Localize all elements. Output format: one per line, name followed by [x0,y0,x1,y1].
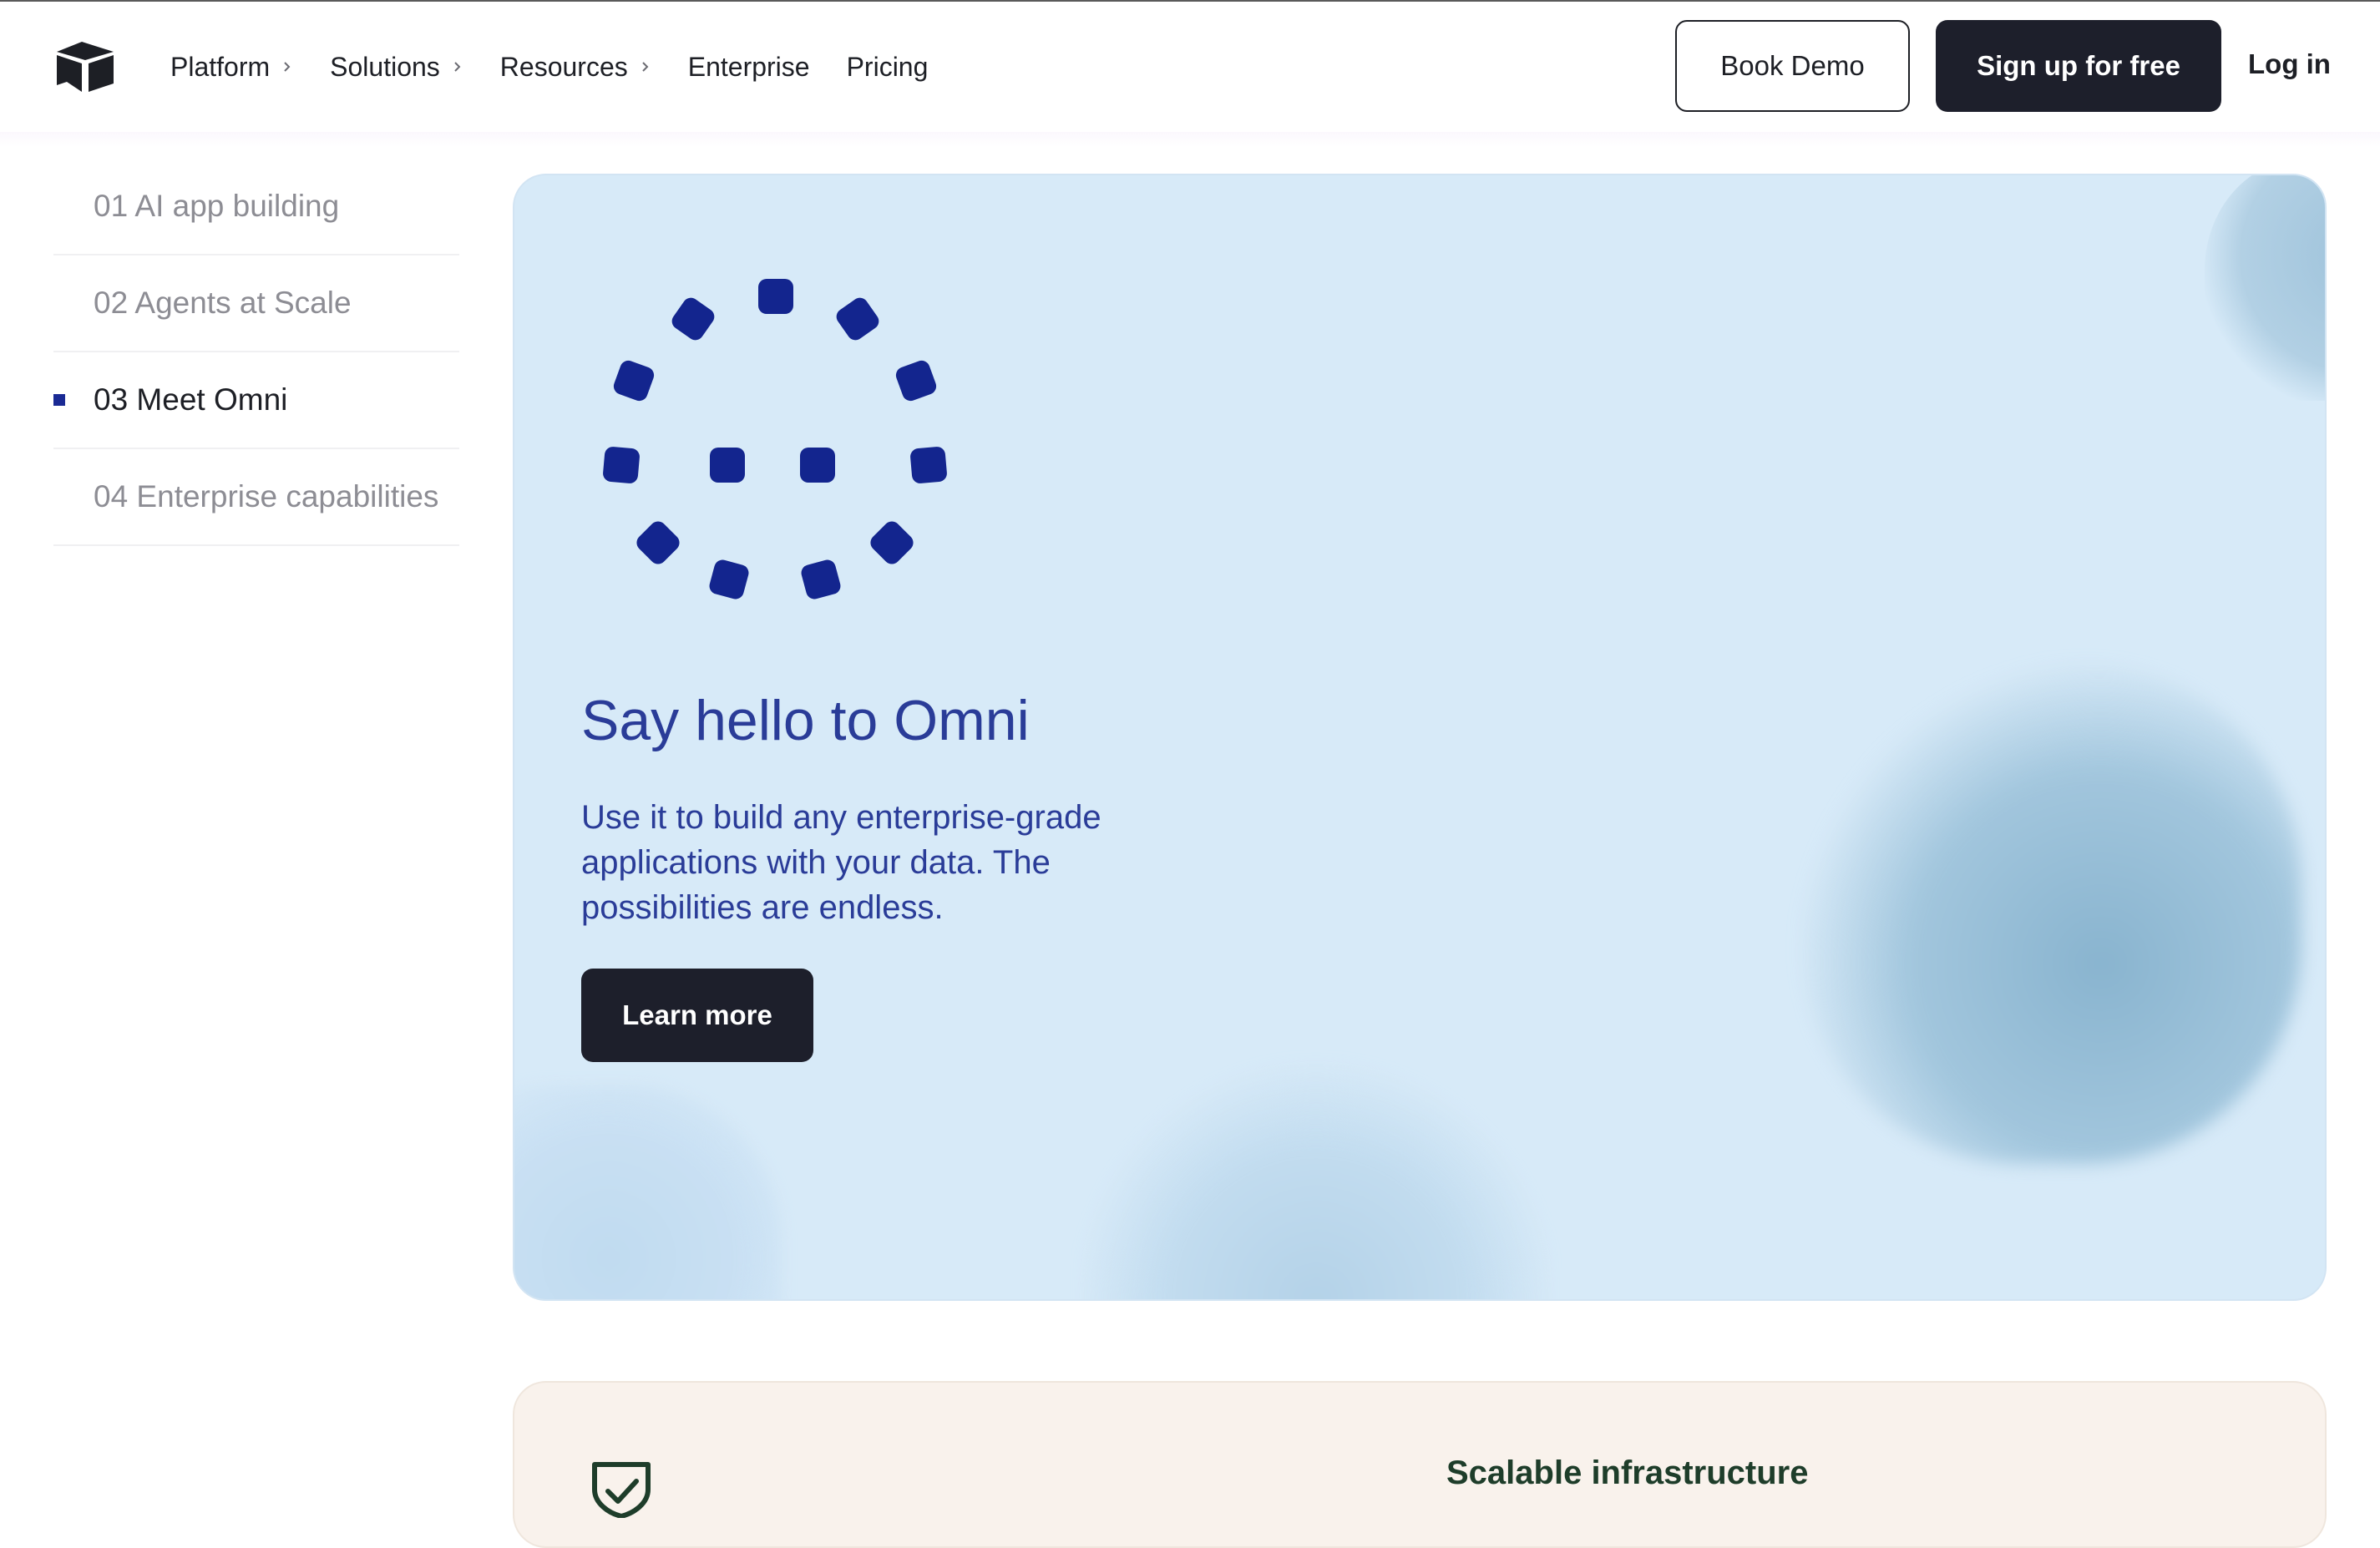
nav-platform[interactable]: Platform [170,52,293,83]
sidebar-item-label: 03 Meet Omni [94,382,288,417]
active-indicator-icon [53,394,65,406]
decorative-blob [514,1085,782,1299]
book-demo-button[interactable]: Book Demo [1675,20,1910,112]
log-in-link[interactable]: Log in [2248,48,2331,80]
nav-solutions-label: Solutions [330,51,440,82]
nav-solutions[interactable]: Solutions [330,52,463,83]
nav-enterprise-label: Enterprise [687,51,810,82]
cube-logo-icon[interactable] [55,40,115,94]
site-header: Platform Solutions Resources Enterprise … [0,2,2380,147]
chevron-right-icon [284,62,291,72]
hero-description: Use it to build any enterprise-grade app… [581,799,1101,926]
hero-title: Say hello to Omni [581,689,1030,752]
sidebar-item-label: 04 Enterprise capabilities [94,479,439,513]
learn-more-button[interactable]: Learn more [581,969,813,1062]
decorative-blob [1082,1060,1550,1299]
chevron-right-icon [454,62,461,72]
decorative-blob [2205,175,2325,401]
nav-pricing[interactable]: Pricing [847,52,929,83]
sidebar-item-ai-app-building[interactable]: 01 AI app building [53,159,459,255]
sign-up-button[interactable]: Sign up for free [1936,20,2221,112]
decorative-blob [1800,663,2302,1164]
shield-check-icon [592,1462,651,1518]
feature-title: Scalable infrastructure [1446,1454,1809,1491]
sidebar-item-meet-omni[interactable]: 03 Meet Omni [53,352,459,449]
omni-hero-card: Say hello to Omni Use it to build any en… [513,174,2327,1301]
nav-platform-label: Platform [170,51,271,82]
sidebar-item-label: 01 AI app building [94,189,340,223]
sidebar-item-enterprise-capabilities[interactable]: 04 Enterprise capabilities [53,449,459,546]
omni-dots-icon [603,279,947,599]
chevron-right-icon [642,62,649,72]
nav-enterprise[interactable]: Enterprise [688,52,810,83]
sidebar-item-agents-at-scale[interactable]: 02 Agents at Scale [53,255,459,352]
feature-card: Scalable infrastructure [513,1381,2327,1548]
sidebar-item-label: 02 Agents at Scale [94,286,352,320]
nav-pricing-label: Pricing [846,51,929,82]
nav-resources[interactable]: Resources [500,52,651,83]
section-sidebar: 01 AI app building 02 Agents at Scale 03… [53,159,459,546]
main-nav: Platform Solutions Resources Enterprise … [170,2,965,132]
nav-resources-label: Resources [499,51,628,82]
